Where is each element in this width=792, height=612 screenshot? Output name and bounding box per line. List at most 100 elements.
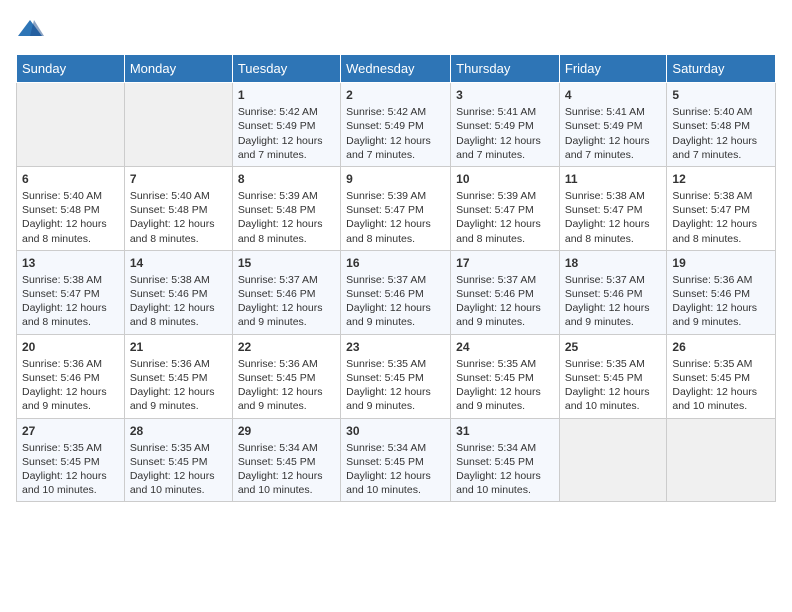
- page-header: [16, 16, 776, 44]
- day-number: 5: [672, 87, 770, 103]
- day-number: 31: [456, 423, 554, 439]
- sunrise-text: Sunrise: 5:40 AM: [22, 189, 119, 203]
- sunset-text: Sunset: 5:47 PM: [565, 203, 662, 217]
- sunrise-text: Sunrise: 5:36 AM: [22, 357, 119, 371]
- daylight-text: Daylight: 12 hours and 10 minutes.: [130, 469, 227, 497]
- calendar-cell: 10Sunrise: 5:39 AMSunset: 5:47 PMDayligh…: [451, 166, 560, 250]
- calendar-week-row: 27 Sunrise: 5:35 AM Sunset: 5:45 PM Dayligh…: [17, 418, 776, 502]
- sunrise-text: Sunrise: 5:34 AM: [346, 441, 445, 455]
- calendar-cell: 27Sunrise: 5:35 AMSunset: 5:45 PMDayligh…: [17, 418, 125, 502]
- calendar-week-row: 1 Sunrise: 5:42 AM Sunset: 5:49 PM Daylight…: [17, 83, 776, 167]
- calendar-cell: 18Sunrise: 5:37 AMSunset: 5:46 PMDayligh…: [559, 250, 667, 334]
- daylight-text: Daylight: 12 hours and 10 minutes.: [565, 385, 662, 413]
- calendar-cell: 17Sunrise: 5:37 AMSunset: 5:46 PMDayligh…: [451, 250, 560, 334]
- sunset-text: Sunset: 5:46 PM: [672, 287, 770, 301]
- calendar-cell: [559, 418, 667, 502]
- sunrise-text: Sunrise: 5:39 AM: [346, 189, 445, 203]
- calendar-cell: 5 Sunrise: 5:40 AMSunset: 5:48 PMDaylight…: [667, 83, 776, 167]
- header-wednesday: Wednesday: [341, 55, 451, 83]
- calendar-cell: 25Sunrise: 5:35 AMSunset: 5:45 PMDayligh…: [559, 334, 667, 418]
- sunrise-text: Sunrise: 5:38 AM: [565, 189, 662, 203]
- sunset-text: Sunset: 5:49 PM: [346, 119, 445, 133]
- day-number: 9: [346, 171, 445, 187]
- calendar-cell: 7Sunrise: 5:40 AMSunset: 5:48 PMDaylight…: [124, 166, 232, 250]
- sunrise-text: Sunrise: 5:42 AM: [238, 105, 335, 119]
- daylight-text: Daylight: 12 hours and 8 minutes.: [565, 217, 662, 245]
- daylight-text: Daylight: 12 hours and 9 minutes.: [346, 385, 445, 413]
- calendar-cell: [17, 83, 125, 167]
- day-number: 1: [238, 87, 335, 103]
- sunrise-text: Sunrise: 5:40 AM: [130, 189, 227, 203]
- daylight-text: Daylight: 12 hours and 9 minutes.: [22, 385, 119, 413]
- sunrise-text: Sunrise: 5:34 AM: [238, 441, 335, 455]
- calendar-table: SundayMondayTuesdayWednesdayThursdayFrid…: [16, 54, 776, 502]
- sunset-text: Sunset: 5:47 PM: [346, 203, 445, 217]
- sunrise-text: Sunrise: 5:35 AM: [130, 441, 227, 455]
- sunrise-text: Sunrise: 5:35 AM: [22, 441, 119, 455]
- calendar-cell: 4Sunrise: 5:41 AMSunset: 5:49 PMDaylight…: [559, 83, 667, 167]
- sunset-text: Sunset: 5:45 PM: [456, 455, 554, 469]
- calendar-cell: 6Sunrise: 5:40 AMSunset: 5:48 PMDaylight…: [17, 166, 125, 250]
- calendar-cell: 30Sunrise: 5:34 AMSunset: 5:45 PMDayligh…: [341, 418, 451, 502]
- sunrise-text: Sunrise: 5:38 AM: [130, 273, 227, 287]
- sunrise-text: Sunrise: 5:37 AM: [346, 273, 445, 287]
- calendar-week-row: 13Sunrise: 5:38 AMSunset: 5:47 PMDayligh…: [17, 250, 776, 334]
- sunset-text: Sunset: 5:46 PM: [238, 287, 335, 301]
- daylight-text: Daylight: 12 hours and 8 minutes.: [22, 301, 119, 329]
- sunrise-text: Sunrise: 5:41 AM: [565, 105, 662, 119]
- sunset-text: Sunset: 5:45 PM: [238, 371, 335, 385]
- sunset-text: Sunset: 5:49 PM: [456, 119, 554, 133]
- day-number: 20: [22, 339, 119, 355]
- daylight-text: Daylight: 12 hours and 9 minutes.: [238, 301, 335, 329]
- logo-icon: [16, 16, 44, 44]
- daylight-text: Daylight: 12 hours and 8 minutes.: [130, 217, 227, 245]
- calendar-header-row: SundayMondayTuesdayWednesdayThursdayFrid…: [17, 55, 776, 83]
- calendar-week-row: 6Sunrise: 5:40 AMSunset: 5:48 PMDaylight…: [17, 166, 776, 250]
- sunset-text: Sunset: 5:48 PM: [672, 119, 770, 133]
- daylight-text: Daylight: 12 hours and 7 minutes.: [672, 134, 770, 162]
- day-number: 2: [346, 87, 445, 103]
- day-number: 3: [456, 87, 554, 103]
- sunrise-text: Sunrise: 5:40 AM: [672, 105, 770, 119]
- day-number: 21: [130, 339, 227, 355]
- day-number: 27: [22, 423, 119, 439]
- sunset-text: Sunset: 5:45 PM: [346, 371, 445, 385]
- sunrise-text: Sunrise: 5:38 AM: [672, 189, 770, 203]
- day-number: 22: [238, 339, 335, 355]
- sunset-text: Sunset: 5:46 PM: [22, 371, 119, 385]
- day-number: 26: [672, 339, 770, 355]
- sunrise-text: Sunrise: 5:36 AM: [672, 273, 770, 287]
- daylight-text: Daylight: 12 hours and 10 minutes.: [672, 385, 770, 413]
- calendar-cell: 19Sunrise: 5:36 AMSunset: 5:46 PMDayligh…: [667, 250, 776, 334]
- calendar-cell: 3Sunrise: 5:41 AMSunset: 5:49 PMDaylight…: [451, 83, 560, 167]
- sunset-text: Sunset: 5:45 PM: [456, 371, 554, 385]
- sunset-text: Sunset: 5:45 PM: [346, 455, 445, 469]
- day-number: 29: [238, 423, 335, 439]
- calendar-cell: 31Sunrise: 5:34 AMSunset: 5:45 PMDayligh…: [451, 418, 560, 502]
- day-number: 6: [22, 171, 119, 187]
- calendar-cell: 28Sunrise: 5:35 AMSunset: 5:45 PMDayligh…: [124, 418, 232, 502]
- daylight-text: Daylight: 12 hours and 8 minutes.: [22, 217, 119, 245]
- calendar-cell: 23Sunrise: 5:35 AMSunset: 5:45 PMDayligh…: [341, 334, 451, 418]
- sunset-text: Sunset: 5:47 PM: [672, 203, 770, 217]
- daylight-text: Daylight: 12 hours and 8 minutes.: [346, 217, 445, 245]
- sunset-text: Sunset: 5:46 PM: [565, 287, 662, 301]
- sunset-text: Sunset: 5:46 PM: [456, 287, 554, 301]
- header-thursday: Thursday: [451, 55, 560, 83]
- calendar-cell: 16Sunrise: 5:37 AMSunset: 5:46 PMDayligh…: [341, 250, 451, 334]
- daylight-text: Daylight: 12 hours and 9 minutes.: [456, 301, 554, 329]
- day-number: 24: [456, 339, 554, 355]
- calendar-cell: 26 Sunrise: 5:35 AMSunset: 5:45 PMDayligh…: [667, 334, 776, 418]
- daylight-text: Daylight: 12 hours and 9 minutes.: [238, 385, 335, 413]
- day-number: 28: [130, 423, 227, 439]
- day-number: 16: [346, 255, 445, 271]
- daylight-text: Daylight: 12 hours and 9 minutes.: [672, 301, 770, 329]
- sunset-text: Sunset: 5:45 PM: [672, 371, 770, 385]
- daylight-text: Daylight: 12 hours and 9 minutes.: [346, 301, 445, 329]
- sunrise-text: Sunrise: 5:35 AM: [456, 357, 554, 371]
- daylight-text: Daylight: 12 hours and 8 minutes.: [672, 217, 770, 245]
- day-number: 7: [130, 171, 227, 187]
- sunrise-text: Sunrise: 5:35 AM: [672, 357, 770, 371]
- sunrise-text: Sunrise: 5:35 AM: [346, 357, 445, 371]
- calendar-cell: 9 Sunrise: 5:39 AMSunset: 5:47 PMDaylight…: [341, 166, 451, 250]
